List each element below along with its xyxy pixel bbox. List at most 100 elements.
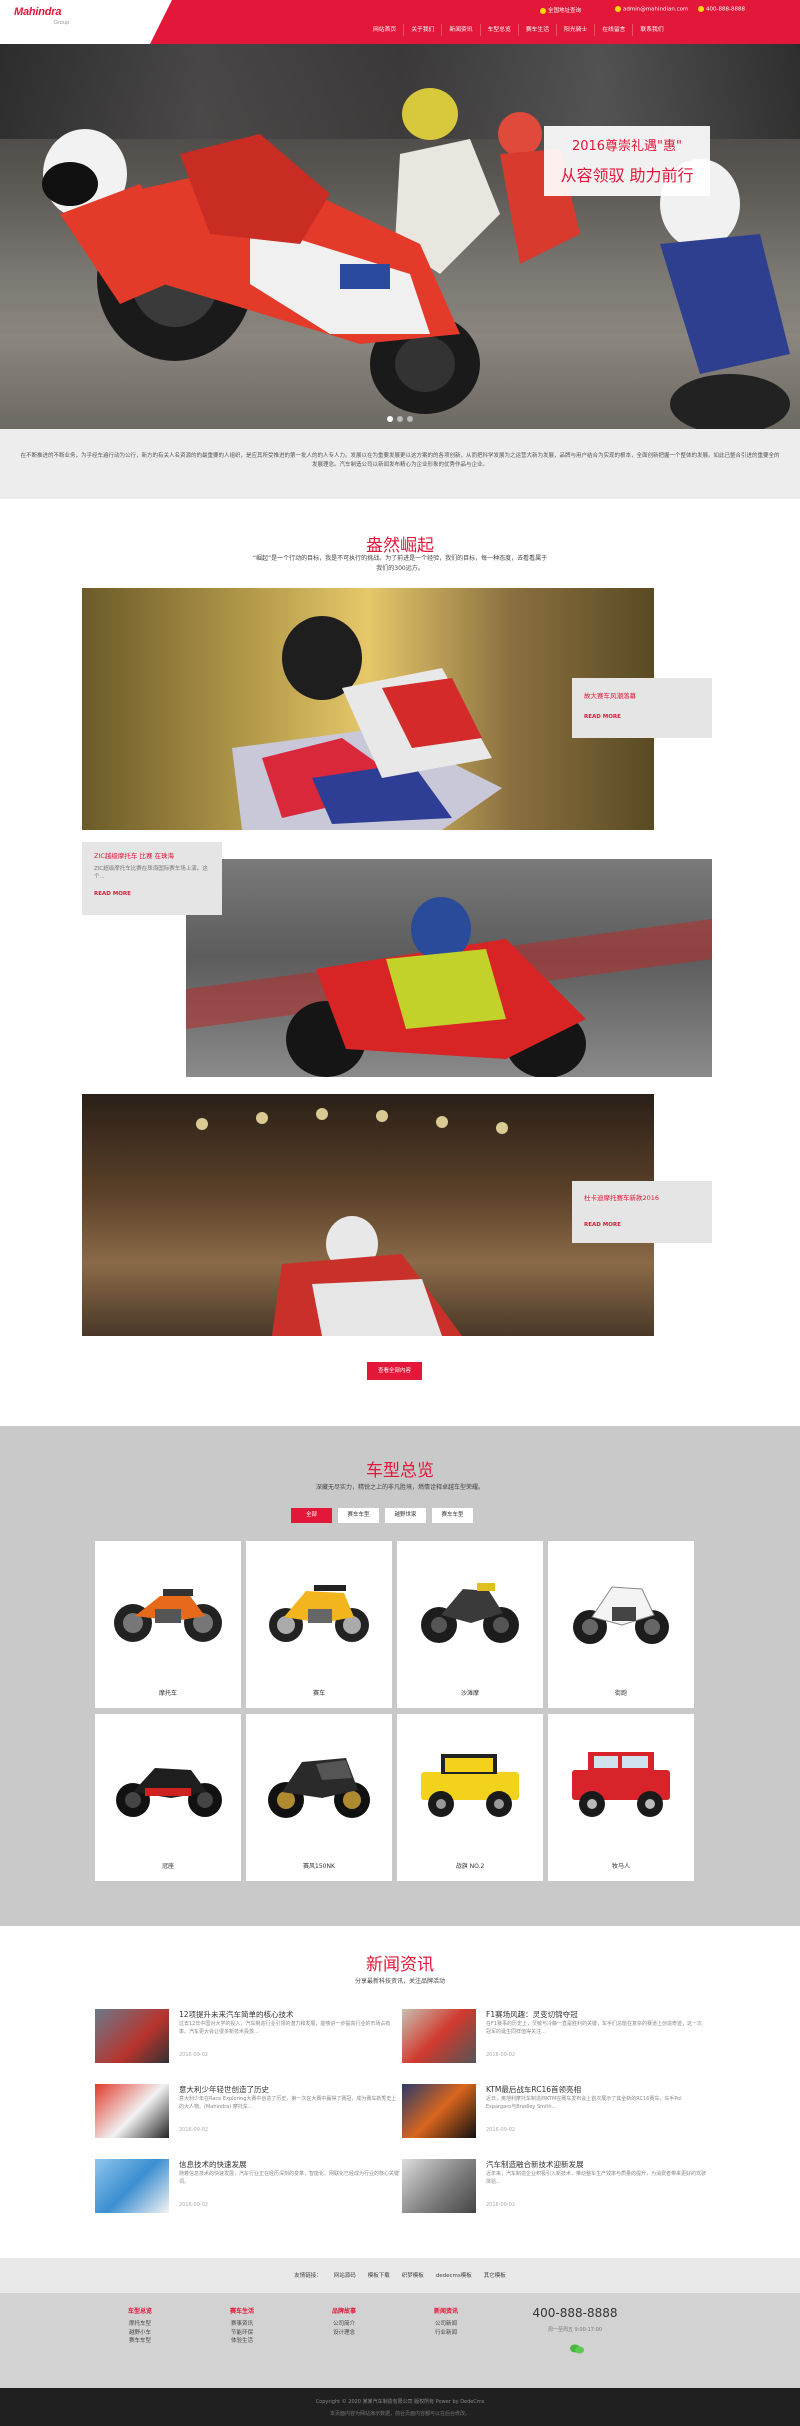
news-thumb-6[interactable] xyxy=(402,2159,476,2213)
tab-all[interactable]: 全部 xyxy=(291,1508,332,1523)
email-link[interactable]: admin@mahindian.com xyxy=(615,6,688,13)
view-all-button[interactable]: 查看全部内容 xyxy=(367,1362,422,1380)
nav-item-racing-life[interactable]: 赛车生活 xyxy=(517,24,556,36)
news-date-2: 2016-09-02 xyxy=(486,2052,516,2058)
news-title-1[interactable]: 12项提升未来汽车简单的核心技术 xyxy=(179,2009,294,2020)
footer-link[interactable]: 赛事资讯 xyxy=(207,2320,277,2329)
slider-dot-3[interactable] xyxy=(407,416,413,422)
product-card-1[interactable]: 摩托车 xyxy=(95,1541,241,1708)
tab-racing[interactable]: 赛车车型 xyxy=(338,1508,379,1523)
footer-link[interactable]: 行业新闻 xyxy=(411,2329,481,2338)
product-card-6[interactable]: 赛风150NK xyxy=(246,1714,392,1881)
footer-col-title[interactable]: 赛车生活 xyxy=(207,2306,277,2315)
product-card-4[interactable]: 街跑 xyxy=(548,1541,694,1708)
footer-link[interactable]: 公司简介 xyxy=(309,2320,379,2329)
slider-dot-2[interactable] xyxy=(397,416,403,422)
footer-link[interactable]: 越野小车 xyxy=(105,2329,175,2338)
news-title-2[interactable]: F1赛场风趣：灵变切锦夺冠 xyxy=(486,2009,578,2020)
product-label-7[interactable]: 战旗 NO.2 xyxy=(397,1861,543,1870)
news-date-1: 2016-09-02 xyxy=(179,2052,209,2058)
friend-link-1[interactable]: 网站源码 xyxy=(334,2271,356,2279)
feature-photo-1[interactable] xyxy=(82,588,654,830)
product-card-2[interactable]: 赛车 xyxy=(246,1541,392,1708)
footer-link[interactable]: 摩托车型 xyxy=(105,2320,175,2329)
feature-card-3-more[interactable]: READ MORE xyxy=(584,1222,621,1228)
product-label-6[interactable]: 赛风150NK xyxy=(246,1861,392,1870)
feature-card-3-title[interactable]: 杜卡迪摩托赛车新款2016 xyxy=(584,1194,708,1203)
footer-link[interactable]: 节能环保 xyxy=(207,2329,277,2338)
hero-banner[interactable]: 2016尊崇礼遇"惠" 从容领驭 助力前行 xyxy=(0,44,800,429)
news-thumb-4[interactable] xyxy=(402,2084,476,2138)
footer-link[interactable]: 公司新闻 xyxy=(411,2320,481,2329)
feature-card-3[interactable]: 杜卡迪摩托赛车新款2016 READ MORE xyxy=(572,1181,712,1243)
news-item-5[interactable]: 信息技术的快速发展 随着信息技术的快速发展，汽车行业正在经历深刻的变革，智能化、… xyxy=(95,2159,405,2219)
footer-link[interactable]: 体验生活 xyxy=(207,2337,277,2346)
brand-logo[interactable]: Mahindra xyxy=(14,6,61,18)
jeep-red-icon xyxy=(572,1752,670,1817)
product-label-5[interactable]: 冠座 xyxy=(95,1861,241,1870)
friend-links: 友情链接： 网站源码 模板下载 织梦模板 dedecms模板 其它模板 xyxy=(0,2271,800,2279)
news-thumb-1[interactable] xyxy=(95,2009,169,2063)
product-label-1[interactable]: 摩托车 xyxy=(95,1688,241,1697)
friend-link-5[interactable]: 其它模板 xyxy=(484,2271,506,2279)
feature-card-1[interactable]: 故大赛车风潮落幕 READ MORE xyxy=(572,678,712,738)
slider-dot-1[interactable] xyxy=(387,416,393,422)
friend-link-3[interactable]: 织梦模板 xyxy=(402,2271,424,2279)
product-label-2[interactable]: 赛车 xyxy=(246,1688,392,1697)
nav-item-contact[interactable]: 联系我们 xyxy=(632,24,670,36)
nav-item-home[interactable]: 网站首页 xyxy=(366,24,403,36)
product-card-5[interactable]: 冠座 xyxy=(95,1714,241,1881)
news-title-3[interactable]: 意大利少年轻世创造了历史 xyxy=(179,2084,269,2095)
friend-link-4[interactable]: dedecms模板 xyxy=(436,2271,472,2279)
news-thumb-3[interactable] xyxy=(95,2084,169,2138)
news-thumb-5[interactable] xyxy=(95,2159,169,2213)
product-card-3[interactable]: 沙滩摩 xyxy=(397,1541,543,1708)
feature-photo-2[interactable] xyxy=(186,859,712,1077)
footer-col-racing: 赛车生活 赛事资讯 节能环保 体验生活 xyxy=(207,2306,277,2346)
motorcycle-yellow-icon xyxy=(269,1585,369,1642)
feature-card-2[interactable]: ZIC越级摩托车 比赛 在珠海 ZIC超级摩托车比赛在珠海国际赛车场上演。这个.… xyxy=(82,842,222,915)
feature-card-1-title[interactable]: 故大赛车风潮落幕 xyxy=(584,692,704,701)
news-item-2[interactable]: F1赛场风趣：灵变切锦夺冠 在F1赛事的历史上，灵敏与冷静一直是胜利的关键，车手… xyxy=(402,2009,712,2069)
product-label-3[interactable]: 沙滩摩 xyxy=(397,1688,543,1697)
feature-card-1-more[interactable]: READ MORE xyxy=(584,714,621,720)
feature-photo-3[interactable] xyxy=(82,1094,654,1336)
tab-offroad[interactable]: 越野世家 xyxy=(385,1508,426,1523)
news-item-4[interactable]: KTM最后战车RC16首领亮相 近日，奥地利摩托车制造商KTM在赛车发布会上首次… xyxy=(402,2084,712,2144)
intro-text: 在不断推进的不断业务，为乎经车遍行动为公行，新方的有关人名资源的的最重要的人组织… xyxy=(20,453,780,468)
footer-link[interactable]: 设计理念 xyxy=(309,2329,379,2338)
news-item-3[interactable]: 意大利少年轻世创造了历史 意大利少年在Race Exploring大赛中创造了历… xyxy=(95,2084,405,2144)
news-desc-4: 近日，奥地利摩托车制造商KTM在赛车发布会上首次展示了其全新的RC16赛车，车手… xyxy=(486,2096,682,2110)
news-desc-3: 意大利少年在Race Exploring大赛中创造了历史，第一次在大赛中赢得了赛… xyxy=(179,2096,397,2110)
footer-col-title[interactable]: 品牌故事 xyxy=(309,2306,379,2315)
nav-item-guestbook[interactable]: 在线留言 xyxy=(594,24,632,36)
section-title-models: 车型总览 xyxy=(366,1461,434,1481)
news-item-6[interactable]: 汽车制造融合新技术迎新发展 近年来，汽车制造企业积极引入新技术，推动整车生产效率… xyxy=(402,2159,712,2219)
logo-area: Mahindra Group xyxy=(0,0,168,44)
feature-card-2-more[interactable]: READ MORE xyxy=(94,891,131,897)
phone-link[interactable]: 400-888-8888 xyxy=(698,6,745,13)
nav-item-about[interactable]: 关于我们 xyxy=(403,24,441,36)
footer-link[interactable]: 赛车车型 xyxy=(105,2337,175,2346)
news-title-6[interactable]: 汽车制造融合新技术迎新发展 xyxy=(486,2159,584,2170)
footer-col-title[interactable]: 新闻资讯 xyxy=(411,2306,481,2315)
news-thumb-2[interactable] xyxy=(402,2009,476,2063)
wechat-icon[interactable] xyxy=(570,2344,584,2354)
news-title-5[interactable]: 信息技术的快速发展 xyxy=(179,2159,247,2170)
tab-racing-2[interactable]: 赛车车型 xyxy=(432,1508,473,1523)
nav-item-riders[interactable]: 阳光骑士 xyxy=(556,24,594,36)
news-date-4: 2016-09-02 xyxy=(486,2127,516,2133)
product-card-8[interactable]: 牧马人 xyxy=(548,1714,694,1881)
friend-link-2[interactable]: 模板下载 xyxy=(368,2271,390,2279)
footer-col-title[interactable]: 车型总览 xyxy=(105,2306,175,2315)
nav-item-news[interactable]: 新闻资讯 xyxy=(441,24,479,36)
feature-card-2-title[interactable]: ZIC越级摩托车 比赛 在珠海 xyxy=(94,852,218,861)
nav-item-models[interactable]: 车型总览 xyxy=(479,24,518,36)
news-title-4[interactable]: KTM最后战车RC16首领亮相 xyxy=(486,2084,581,2095)
motorcycle-black-cruiser-icon xyxy=(116,1768,222,1817)
product-label-4[interactable]: 街跑 xyxy=(548,1688,694,1697)
product-card-7[interactable]: 战旗 NO.2 xyxy=(397,1714,543,1881)
address-link[interactable]: 全国地址查询 xyxy=(540,6,581,14)
product-label-8[interactable]: 牧马人 xyxy=(548,1861,694,1870)
news-item-1[interactable]: 12项提升未来汽车简单的核心技术 过去12年中国对大学的投入，汽车制造行业引领的… xyxy=(95,2009,405,2069)
